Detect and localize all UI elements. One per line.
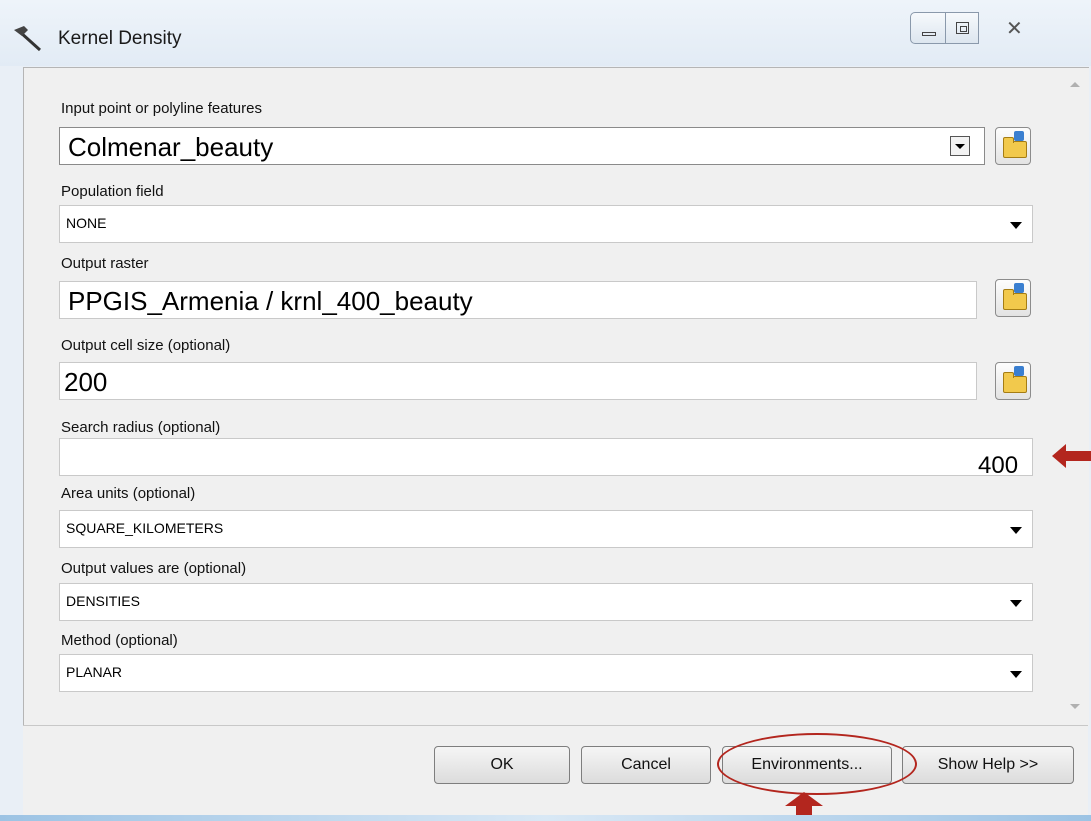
- show-help-button[interactable]: Show Help >>: [902, 746, 1074, 784]
- title-bar: Kernel Density ✕: [0, 0, 1091, 66]
- chevron-down-icon: [1010, 527, 1022, 534]
- scrollbar[interactable]: [1060, 68, 1088, 724]
- area-units-value: SQUARE_KILOMETERS: [66, 520, 224, 536]
- taskbar-strip: [0, 815, 1091, 821]
- cell-size-input[interactable]: 200: [59, 362, 977, 400]
- input-features-value: Colmenar_beauty: [68, 132, 274, 162]
- window-title: Kernel Density: [58, 28, 182, 49]
- annotation-arrow-icon: [1052, 444, 1091, 468]
- ok-button[interactable]: OK: [434, 746, 570, 784]
- folder-icon: [1003, 289, 1027, 310]
- maximize-button[interactable]: [945, 12, 979, 44]
- cell-size-label: Output cell size (optional): [61, 337, 231, 354]
- search-radius-label: Search radius (optional): [61, 419, 221, 436]
- output-values-value: DENSITIES: [66, 593, 140, 609]
- output-raster-value: PPGIS_Armenia / krnl_400_beauty: [68, 286, 473, 316]
- method-value: PLANAR: [66, 664, 123, 680]
- close-button[interactable]: ✕: [978, 12, 1062, 44]
- folder-icon: [1003, 137, 1027, 158]
- search-radius-input[interactable]: [59, 438, 1033, 476]
- method-select[interactable]: PLANAR: [59, 654, 1033, 692]
- input-features-label: Input point or polyline features: [61, 100, 262, 117]
- arrow-icon: [1014, 366, 1024, 376]
- close-icon: ✕: [1006, 18, 1023, 40]
- browse-output-button[interactable]: [995, 279, 1031, 317]
- environments-button[interactable]: Environments...: [722, 746, 892, 784]
- kernel-density-dialog: Kernel Density ✕ Input point or polyline…: [0, 0, 1091, 821]
- output-raster-input[interactable]: PPGIS_Armenia / krnl_400_beauty: [59, 281, 977, 319]
- output-values-select[interactable]: DENSITIES: [59, 583, 1033, 621]
- browse-input-button[interactable]: [995, 127, 1031, 165]
- chevron-down-icon: [1010, 222, 1022, 229]
- population-field-select[interactable]: NONE: [59, 205, 1033, 243]
- output-values-label: Output values are (optional): [61, 560, 247, 577]
- search-radius-value: 400: [978, 452, 1019, 479]
- maximize-icon: [956, 22, 969, 34]
- cancel-button[interactable]: Cancel: [581, 746, 711, 784]
- arrow-icon: [1014, 283, 1024, 293]
- output-raster-label: Output raster: [61, 255, 149, 272]
- population-field-value: NONE: [66, 215, 107, 231]
- chevron-down-icon: [1010, 671, 1022, 678]
- folder-icon: [1003, 372, 1027, 393]
- input-features-combobox[interactable]: Colmenar_beauty: [59, 127, 985, 165]
- minimize-icon: [922, 32, 936, 36]
- browse-cell-size-button[interactable]: [995, 362, 1031, 400]
- scroll-down-arrow-icon[interactable]: [1070, 704, 1080, 709]
- chevron-down-icon: [1010, 600, 1022, 607]
- hammer-icon: [14, 26, 42, 52]
- minimize-button[interactable]: [910, 12, 946, 44]
- method-label: Method (optional): [61, 632, 178, 649]
- area-units-select[interactable]: SQUARE_KILOMETERS: [59, 510, 1033, 548]
- area-units-label: Area units (optional): [61, 485, 196, 502]
- cell-size-value: 200: [64, 367, 108, 397]
- population-field-label: Population field: [61, 183, 164, 200]
- arrow-icon: [1014, 131, 1024, 141]
- chevron-down-icon[interactable]: [950, 136, 970, 156]
- scroll-up-arrow-icon[interactable]: [1070, 82, 1080, 87]
